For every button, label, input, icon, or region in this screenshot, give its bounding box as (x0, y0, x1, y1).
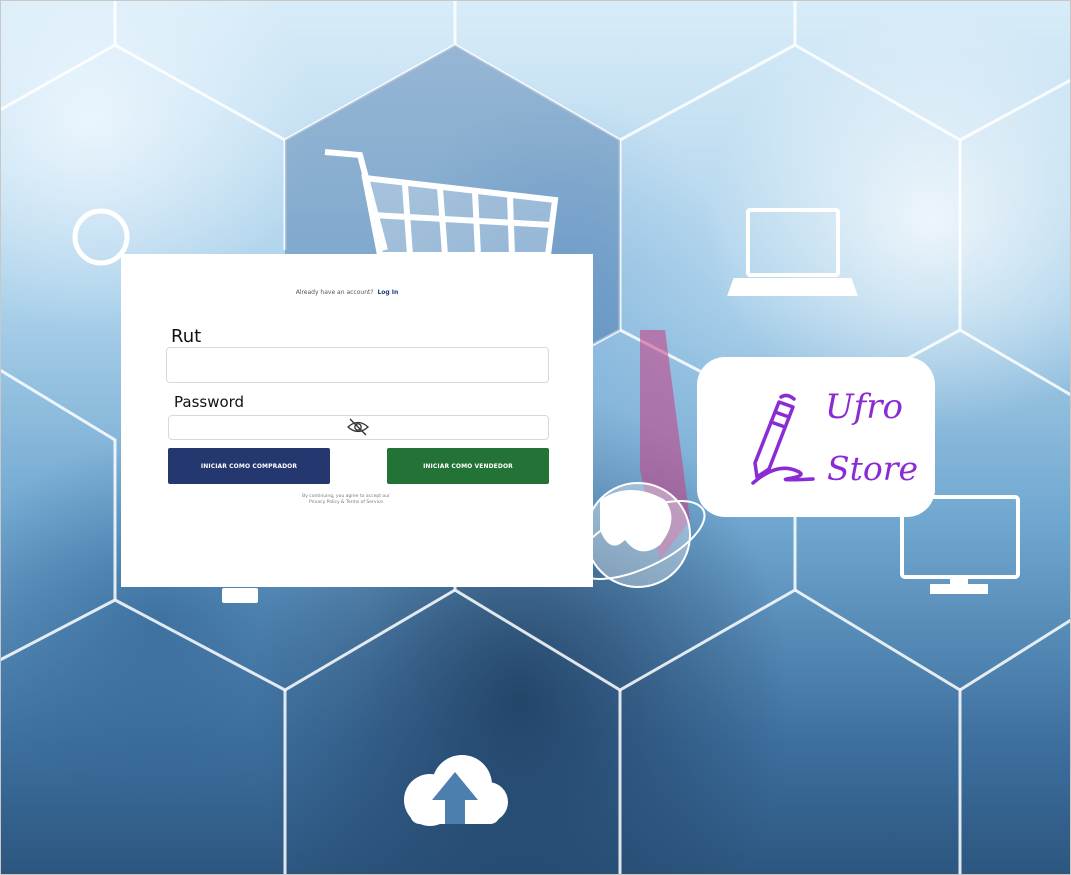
login-buyer-button[interactable]: INICIAR COMO COMPRADOR (168, 448, 330, 484)
already-text: Already have an account? (295, 289, 374, 296)
rut-label: Rut (171, 326, 202, 347)
ufro-store-logo: Ufro Store (697, 357, 935, 517)
already-have-account: Already have an account? Log In (121, 289, 573, 296)
pencil-icon (751, 393, 815, 485)
login-card: Already have an account? Log In Rut Pass… (121, 254, 593, 587)
logo-text-store: Store (827, 449, 919, 488)
terms-notice: By continuing, you agree to accept our P… (271, 494, 421, 506)
login-seller-button[interactable]: INICIAR COMO VENDEDOR (387, 448, 549, 484)
terms-line-2[interactable]: Privacy Policy & Terms of Service (271, 500, 421, 506)
eye-slash-icon[interactable] (346, 417, 370, 437)
cloud-upload-icon (404, 755, 508, 826)
logo-text-ufro: Ufro (825, 387, 903, 427)
password-label: Password (174, 393, 245, 411)
laptop-icon (727, 208, 858, 296)
login-link[interactable]: Log In (377, 289, 398, 296)
rut-input[interactable] (166, 347, 549, 383)
